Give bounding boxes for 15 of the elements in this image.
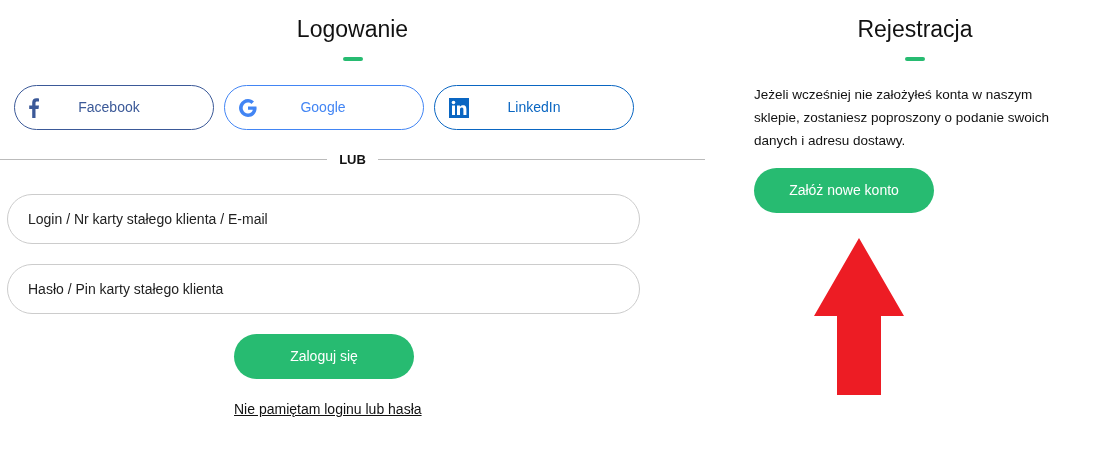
input-field[interactable]: Hasło / Pin karty stałego klienta (7, 263, 640, 314)
social-login-button[interactable]: Google (224, 85, 424, 130)
input-field[interactable]: Login / Nr karty stałego klienta / E-mail (7, 193, 640, 244)
divider-label: LUB (338, 151, 367, 169)
social-login-button[interactable]: Facebook (14, 85, 214, 130)
social-login-button[interactable]: LinkedIn (434, 85, 634, 130)
title-underline (342, 57, 363, 61)
section-title: Logowanie (295, 15, 410, 44)
section-title: Rejestracja (856, 15, 974, 44)
title-underline (905, 57, 925, 61)
forgot-password-link[interactable]: Nie pamiętam loginu lub hasła (234, 398, 422, 420)
registration-info-text: Jeżeli wcześniej nie założyłeś konta w naszym sklepie, zostaniesz poproszony o podanie swoich danych i adresu dostawy. (754, 86, 1050, 150)
linkedin-icon (449, 97, 469, 118)
google-icon (239, 98, 257, 117)
facebook-icon (29, 97, 39, 118)
